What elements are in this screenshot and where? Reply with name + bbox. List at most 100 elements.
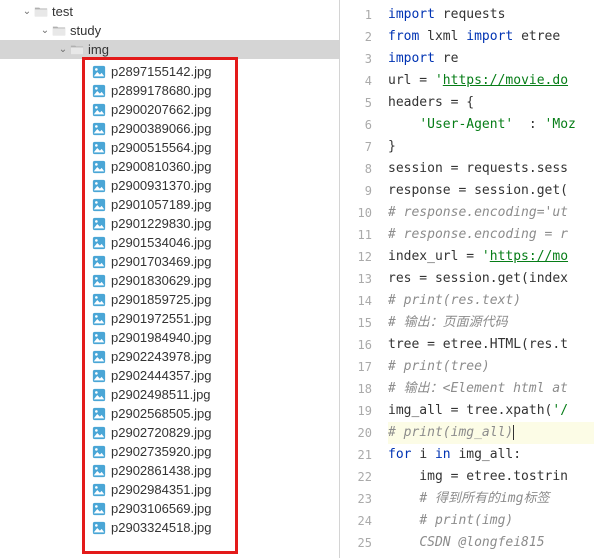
code-line[interactable]: response = session.get(	[388, 180, 594, 202]
line-number: 1	[340, 4, 372, 26]
file-item[interactable]: p2900810360.jpg	[84, 157, 339, 176]
code-line[interactable]: from lxml import etree	[388, 26, 594, 48]
code-line[interactable]: # 输出：<Element html at	[388, 378, 594, 400]
image-icon	[92, 65, 106, 79]
code-area[interactable]: import requestsfrom lxml import etreeimp…	[380, 0, 594, 558]
line-number: 6	[340, 114, 372, 136]
file-name: p2900207662.jpg	[111, 102, 212, 117]
file-name: p2901703469.jpg	[111, 254, 212, 269]
file-item[interactable]: p2902498511.jpg	[84, 385, 339, 404]
image-icon	[92, 483, 106, 497]
chevron-down-icon[interactable]: ⌄	[40, 25, 50, 36]
file-name: p2900389066.jpg	[111, 121, 212, 136]
file-item[interactable]: p2901703469.jpg	[84, 252, 339, 271]
image-icon	[92, 103, 106, 117]
image-icon	[92, 502, 106, 516]
folder-icon	[52, 24, 66, 38]
code-line[interactable]: # response.encoding='ut	[388, 202, 594, 224]
code-line[interactable]: res = session.get(index	[388, 268, 594, 290]
line-number: 13	[340, 268, 372, 290]
file-item[interactable]: p2903106569.jpg	[84, 499, 339, 518]
code-line[interactable]: # response.encoding = r	[388, 224, 594, 246]
code-line[interactable]: # print(res.text)	[388, 290, 594, 312]
code-line[interactable]: # print(tree)	[388, 356, 594, 378]
code-line[interactable]: # 输出：页面源代码	[388, 312, 594, 334]
image-icon	[92, 179, 106, 193]
code-line[interactable]: CSDN @longfei815	[388, 532, 594, 554]
line-number: 17	[340, 356, 372, 378]
file-item[interactable]: p2901057189.jpg	[84, 195, 339, 214]
line-number: 8	[340, 158, 372, 180]
file-item[interactable]: p2902861438.jpg	[84, 461, 339, 480]
file-name: p2902735920.jpg	[111, 444, 212, 459]
file-item[interactable]: p2901972551.jpg	[84, 309, 339, 328]
code-line[interactable]: 'User-Agent' : 'Moz	[388, 114, 594, 136]
code-line[interactable]: url = 'https://movie.do	[388, 70, 594, 92]
file-item[interactable]: p2902984351.jpg	[84, 480, 339, 499]
image-icon	[92, 236, 106, 250]
file-item[interactable]: p2901830629.jpg	[84, 271, 339, 290]
chevron-down-icon[interactable]: ⌄	[22, 6, 32, 17]
code-line[interactable]: session = requests.sess	[388, 158, 594, 180]
file-item[interactable]: p2903324518.jpg	[84, 518, 339, 537]
file-item[interactable]: p2901984940.jpg	[84, 328, 339, 347]
code-line[interactable]: # 得到所有的img标签	[388, 488, 594, 510]
line-number: 16	[340, 334, 372, 356]
folder-study[interactable]: ⌄ study	[0, 21, 339, 40]
folder-img[interactable]: ⌄img	[0, 40, 339, 59]
file-item[interactable]: p2901859725.jpg	[84, 290, 339, 309]
folder-test[interactable]: ⌄test	[0, 2, 339, 21]
file-item[interactable]: p2902568505.jpg	[84, 404, 339, 423]
line-number: 3	[340, 48, 372, 70]
line-number: 2	[340, 26, 372, 48]
file-name: p2903324518.jpg	[111, 520, 212, 535]
code-line[interactable]: import re	[388, 48, 594, 70]
chevron-down-icon[interactable]: ⌄	[58, 44, 68, 55]
code-line[interactable]: index_url = 'https://mo	[388, 246, 594, 268]
image-icon	[92, 331, 106, 345]
file-name: p2901229830.jpg	[111, 216, 212, 231]
file-name: p2901972551.jpg	[111, 311, 212, 326]
file-item[interactable]: p2901229830.jpg	[84, 214, 339, 233]
code-line[interactable]: img = etree.tostrin	[388, 466, 594, 488]
line-number: 22	[340, 466, 372, 488]
file-item[interactable]: p2899178680.jpg	[84, 81, 339, 100]
file-item[interactable]: p2897155142.jpg	[84, 62, 339, 81]
file-item[interactable]: p2900515564.jpg	[84, 138, 339, 157]
file-item[interactable]: p2902735920.jpg	[84, 442, 339, 461]
image-icon	[92, 388, 106, 402]
code-line[interactable]: headers = {	[388, 92, 594, 114]
file-item[interactable]: p2902720829.jpg	[84, 423, 339, 442]
code-line[interactable]: }	[388, 136, 594, 158]
file-name: p2900515564.jpg	[111, 140, 212, 155]
file-item[interactable]: p2900207662.jpg	[84, 100, 339, 119]
code-line[interactable]: # print(img)	[388, 510, 594, 532]
line-number: 25	[340, 532, 372, 554]
line-number: 14	[340, 290, 372, 312]
code-line[interactable]: img_all = tree.xpath('/	[388, 400, 594, 422]
image-icon	[92, 274, 106, 288]
image-icon	[92, 141, 106, 155]
line-gutter: 1234567891011121314151617181920212223242…	[340, 0, 380, 558]
code-line[interactable]: tree = etree.HTML(res.t	[388, 334, 594, 356]
image-icon	[92, 350, 106, 364]
file-item[interactable]: p2900931370.jpg	[84, 176, 339, 195]
file-name: p2901830629.jpg	[111, 273, 212, 288]
file-item[interactable]: p2902444357.jpg	[84, 366, 339, 385]
file-item[interactable]: p2902243978.jpg	[84, 347, 339, 366]
text-cursor	[513, 425, 514, 440]
code-line[interactable]: # print(img_all)	[388, 422, 594, 444]
line-number: 10	[340, 202, 372, 224]
file-item[interactable]: p2901534046.jpg	[84, 233, 339, 252]
folder-icon	[34, 5, 48, 19]
file-name: p2900931370.jpg	[111, 178, 212, 193]
line-number: 24	[340, 510, 372, 532]
code-line[interactable]: for i in img_all:	[388, 444, 594, 466]
image-icon	[92, 312, 106, 326]
line-number: 20	[340, 422, 372, 444]
code-line[interactable]: import requests	[388, 4, 594, 26]
file-item[interactable]: p2900389066.jpg	[84, 119, 339, 138]
folder-label: study	[70, 23, 101, 38]
file-name: p2902720829.jpg	[111, 425, 212, 440]
image-icon	[92, 122, 106, 136]
